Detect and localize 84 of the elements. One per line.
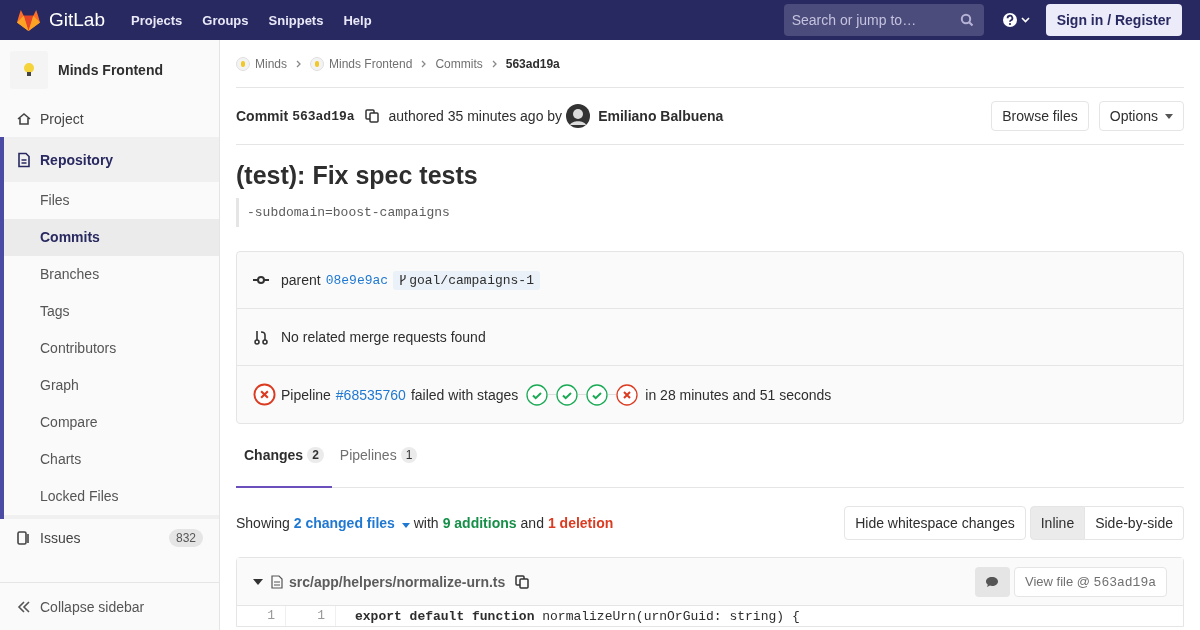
- pipeline-label: Pipeline: [281, 386, 331, 403]
- showing-label: Showing: [236, 514, 290, 531]
- tab[interactable]: Pipelines 1: [331, 424, 426, 488]
- copy-icon[interactable]: [364, 109, 379, 123]
- passed-stage-icon[interactable]: [556, 383, 579, 406]
- sidebar-item[interactable]: Project: [0, 100, 219, 137]
- document-icon: [16, 151, 32, 168]
- caret-icon: [401, 522, 410, 528]
- pipeline-status-text: failed with stages: [410, 386, 519, 403]
- sidebar-subitem[interactable]: Locked Files: [4, 478, 219, 515]
- pipeline-status-icon[interactable]: [253, 383, 276, 406]
- sidebar-item[interactable]: Issues 832: [0, 519, 219, 556]
- file-path-link[interactable]: src/app/helpers/normalize-urn.ts: [289, 573, 506, 590]
- and-label: and: [520, 514, 544, 531]
- parent-sha-link[interactable]: 08e9e9ac: [325, 272, 389, 288]
- issues-icon: [16, 529, 32, 546]
- breadcrumb-link[interactable]: Minds Frontend: [329, 56, 413, 71]
- sidebar-subitem[interactable]: Graph: [4, 367, 219, 404]
- project-name[interactable]: Minds Frontend: [58, 62, 163, 78]
- line-number: 1: [237, 606, 286, 626]
- view-file-button[interactable]: View file @ 563ad19a: [1014, 566, 1167, 597]
- brand-name[interactable]: GitLab: [49, 9, 105, 31]
- changed-files-dropdown[interactable]: 2 changed files: [293, 514, 410, 531]
- pipeline-duration: in 28 minutes and 51 seconds: [645, 386, 832, 403]
- copy-icon[interactable]: [515, 574, 530, 589]
- nav-link[interactable]: Help: [343, 12, 372, 28]
- caret-icon[interactable]: [253, 578, 263, 585]
- file-icon: [271, 574, 283, 589]
- sidebar-subitem[interactable]: Files: [4, 182, 219, 219]
- avatar-icon[interactable]: [566, 104, 591, 128]
- search-field[interactable]: Search or jump to…: [783, 4, 984, 36]
- sidebar-subitem[interactable]: Commits: [4, 219, 219, 256]
- view-mode-button[interactable]: Side-by-side: [1085, 505, 1184, 540]
- lightbulb-icon: [23, 62, 35, 78]
- breadcrumb-link[interactable]: 563ad19a: [505, 56, 560, 71]
- chevron-icon: [421, 59, 427, 68]
- help-icon[interactable]: [1001, 12, 1032, 28]
- view-mode-button[interactable]: Inline: [1029, 505, 1086, 540]
- sidebar-subitem[interactable]: Charts: [4, 441, 219, 478]
- sign-in-button[interactable]: Sign in / Register: [1045, 4, 1182, 36]
- branch-icon: [399, 274, 408, 286]
- commit-title: (test): Fix spec tests: [236, 161, 479, 190]
- speech-bubble-icon: [985, 575, 1000, 588]
- merge-requests-text: No related merge requests found: [281, 329, 486, 345]
- search-icon: [959, 13, 974, 27]
- pipeline-link[interactable]: #68535760: [335, 386, 406, 403]
- chevron-icon: [491, 59, 497, 68]
- deletions-count: 1 deletion: [547, 514, 614, 531]
- nav-link[interactable]: Groups: [202, 12, 249, 28]
- commit-description: -subdomain=boost-campaigns: [236, 198, 1184, 227]
- options-button[interactable]: Options: [1098, 101, 1184, 131]
- browse-files-button[interactable]: Browse files: [991, 101, 1089, 131]
- collapse-sidebar-button[interactable]: Collapse sidebar: [0, 582, 219, 630]
- sidebar-subitem[interactable]: Branches: [4, 256, 219, 293]
- passed-stage-icon[interactable]: [526, 383, 549, 406]
- failed-stage-icon[interactable]: [616, 383, 639, 406]
- comment-button[interactable]: [975, 566, 1010, 597]
- nav-link[interactable]: Projects: [131, 12, 183, 28]
- sidebar-subitem[interactable]: Contributors: [4, 330, 219, 367]
- tab[interactable]: Changes 2: [236, 424, 332, 488]
- chevron-icon: [296, 59, 301, 68]
- authored-text: authored 35 minutes ago by: [388, 108, 563, 124]
- additions-count: 9 additions: [442, 514, 517, 531]
- sidebar-item[interactable]: Repository: [4, 141, 219, 178]
- sidebar-subitem[interactable]: Compare: [4, 404, 219, 441]
- sidebar-subitem[interactable]: Tags: [4, 293, 219, 330]
- breadcrumb-link[interactable]: Minds: [255, 56, 287, 71]
- commit-sha: 563ad19a: [292, 108, 355, 124]
- branch-tag[interactable]: goal/campaigns-1: [393, 270, 540, 290]
- merge-request-icon: [253, 329, 269, 345]
- parent-label: parent: [281, 272, 321, 288]
- caret-icon: [1165, 113, 1173, 119]
- double-chevron-icon: [16, 598, 32, 615]
- fox-logo-icon[interactable]: [16, 8, 41, 32]
- commit-label: Commit: [236, 108, 289, 124]
- nav-link[interactable]: Snippets: [268, 12, 324, 28]
- home-icon: [16, 110, 32, 127]
- with-label: with: [413, 514, 439, 531]
- breadcrumb-link[interactable]: Commits: [435, 56, 483, 71]
- hide-whitespace-button[interactable]: Hide whitespace changes: [844, 505, 1026, 540]
- author-link[interactable]: Emiliano Balbuena: [598, 108, 724, 124]
- passed-stage-icon[interactable]: [586, 383, 609, 406]
- line-number: 1: [286, 606, 336, 626]
- code-line: export default function normalizeUrn(urnOrGuid: string) {: [354, 608, 800, 624]
